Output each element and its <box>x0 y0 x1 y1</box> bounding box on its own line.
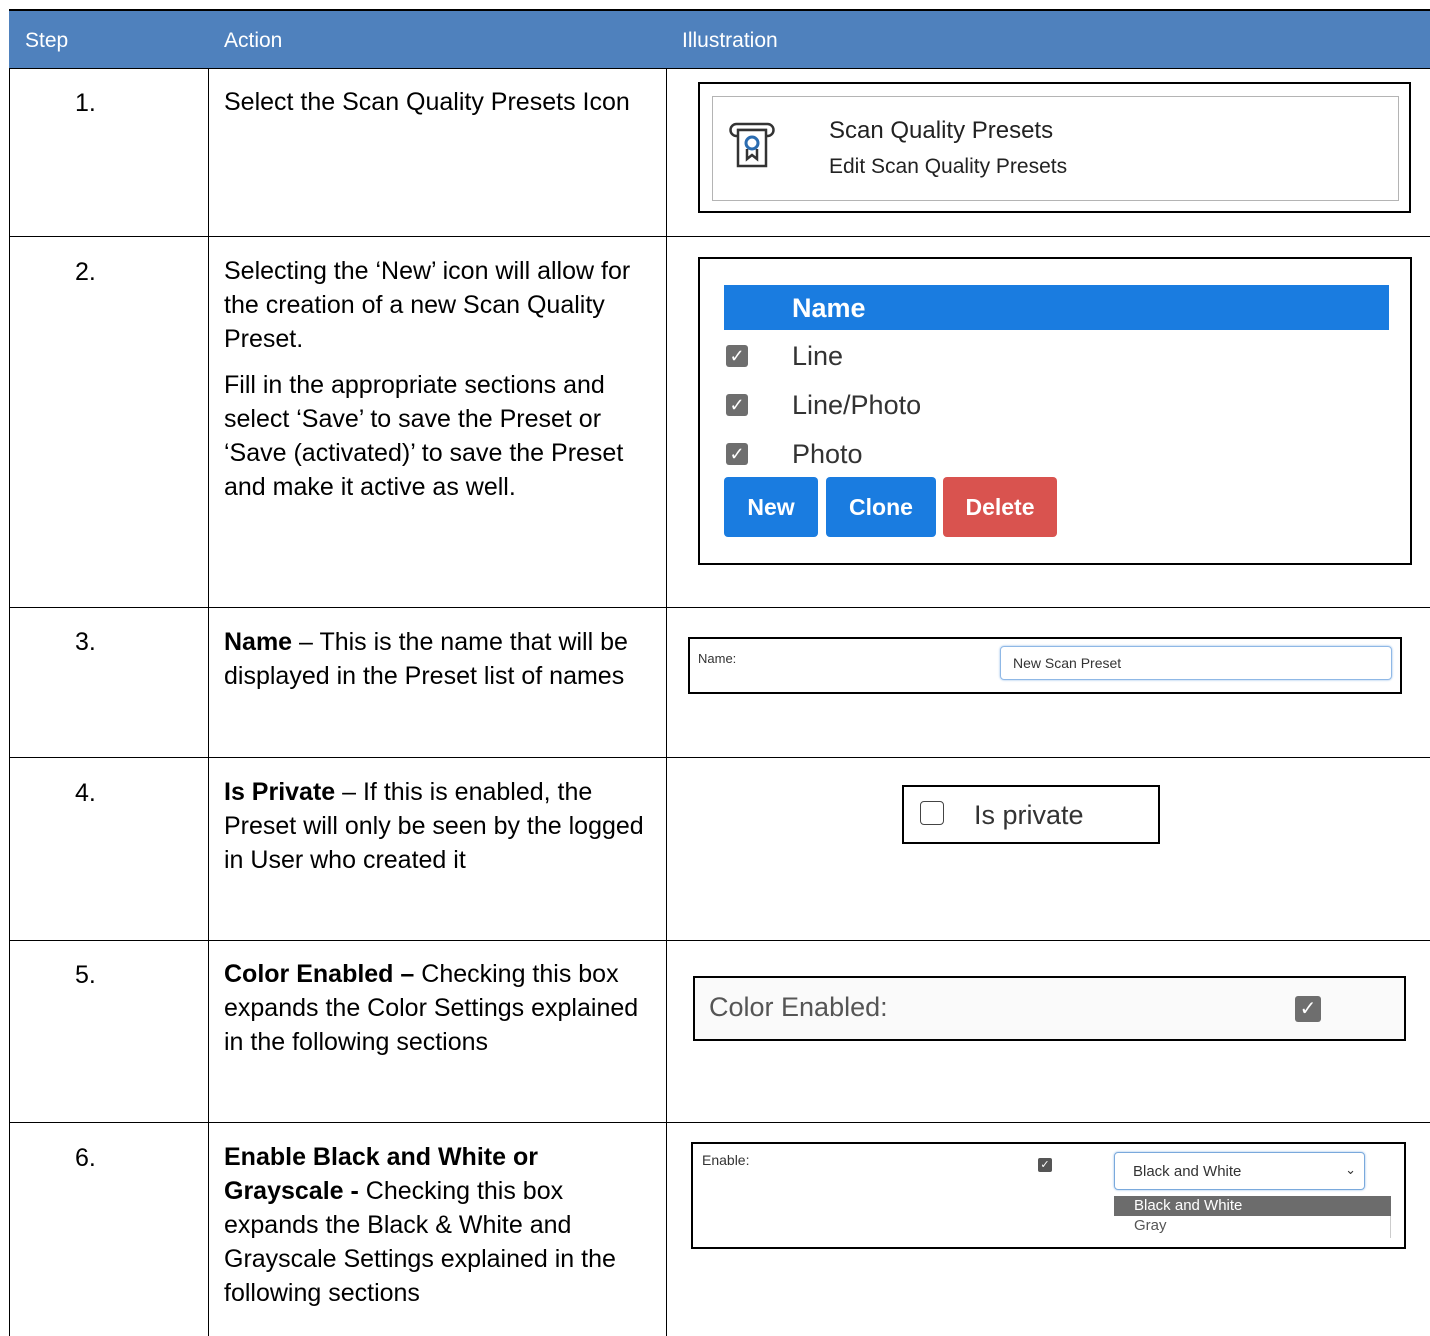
card-subtitle: Edit Scan Quality Presets <box>829 155 1068 178</box>
table-header: Step Action Illustration <box>9 9 1430 69</box>
step-number: 2. <box>75 258 96 286</box>
grid-line <box>9 69 10 1336</box>
grid-line <box>208 69 209 1336</box>
row-divider <box>9 236 1430 237</box>
action-text: Enable Black and White or Grayscale - Ch… <box>224 1140 649 1310</box>
row-divider <box>9 757 1430 758</box>
checkbox-checked-icon[interactable]: ✓ <box>726 443 748 465</box>
action-text: Select the Scan Quality Presets Icon <box>224 85 649 119</box>
enable-label: Enable: <box>702 1152 750 1168</box>
preset-list-panel: Name ✓ Line ✓ Line/Photo ✓ Photo New Clo… <box>698 257 1412 565</box>
scan-quality-presets-card[interactable]: Scan Quality Presets Edit Scan Quality P… <box>698 82 1411 213</box>
color-enabled-checkbox[interactable]: ✓ <box>1295 996 1321 1022</box>
checkbox-checked-icon[interactable]: ✓ <box>726 394 748 416</box>
row-divider <box>9 940 1430 941</box>
is-private-panel: Is private <box>902 785 1160 844</box>
list-header: Name <box>724 285 1389 330</box>
action-text: Is Private – If this is enabled, the Pre… <box>224 775 649 877</box>
color-enabled-label: Color Enabled: <box>709 992 888 1022</box>
action-text: Selecting the ‘New’ icon will allow for … <box>224 254 649 504</box>
list-item-label: Line/Photo <box>792 390 922 420</box>
step-number: 4. <box>75 779 96 807</box>
list-header-label: Name <box>792 293 866 323</box>
action-paragraph: Fill in the appropriate sections and sel… <box>224 371 624 501</box>
enable-bw-panel: Enable: ✓ Black and White ⌄ Black and Wh… <box>691 1142 1406 1249</box>
step-number: 1. <box>75 89 96 117</box>
action-paragraph: Select the Scan Quality Presets Icon <box>224 88 630 116</box>
name-input[interactable]: New Scan Preset <box>1000 646 1392 680</box>
new-button[interactable]: New <box>724 477 818 537</box>
clone-button[interactable]: Clone <box>826 477 936 537</box>
is-private-checkbox[interactable] <box>920 801 944 825</box>
list-item-label: Photo <box>792 439 863 469</box>
step-number: 3. <box>75 628 96 656</box>
row-divider <box>9 1122 1430 1123</box>
action-paragraph: Selecting the ‘New’ icon will allow for … <box>224 257 631 353</box>
list-item-label: Line <box>792 341 844 371</box>
header-action: Action <box>224 29 283 52</box>
dropdown-option[interactable]: Black and White <box>1114 1196 1391 1216</box>
checkbox-checked-icon[interactable]: ✓ <box>726 345 748 367</box>
step-number: 5. <box>75 961 96 989</box>
action-text: Name – This is the name that will be dis… <box>224 625 649 693</box>
grid-line <box>666 69 667 1336</box>
action-text: Color Enabled – Checking this box expand… <box>224 957 649 1059</box>
scan-preset-icon <box>729 121 775 174</box>
action-term: Name <box>224 628 293 656</box>
card-inner: Scan Quality Presets Edit Scan Quality P… <box>712 96 1399 201</box>
header-illustration: Illustration <box>682 29 778 52</box>
header-step: Step <box>25 29 69 52</box>
step-number: 6. <box>75 1144 96 1172</box>
dropdown-option[interactable]: Gray <box>1114 1216 1391 1238</box>
mode-select-value: Black and White <box>1133 1163 1242 1180</box>
mode-select[interactable]: Black and White ⌄ <box>1114 1152 1365 1190</box>
action-term: Is Private <box>224 778 336 806</box>
card-title: Scan Quality Presets <box>829 117 1054 144</box>
color-enabled-panel: Color Enabled: ✓ <box>693 976 1406 1041</box>
chevron-down-icon: ⌄ <box>1345 1162 1356 1177</box>
name-label: Name: <box>698 651 737 666</box>
name-field-panel: Name: New Scan Preset <box>688 637 1402 694</box>
is-private-label: Is private <box>974 800 1084 830</box>
action-term: Color Enabled – <box>224 960 415 988</box>
enable-checkbox[interactable]: ✓ <box>1038 1158 1052 1172</box>
delete-button[interactable]: Delete <box>943 477 1057 537</box>
row-divider <box>9 607 1430 608</box>
